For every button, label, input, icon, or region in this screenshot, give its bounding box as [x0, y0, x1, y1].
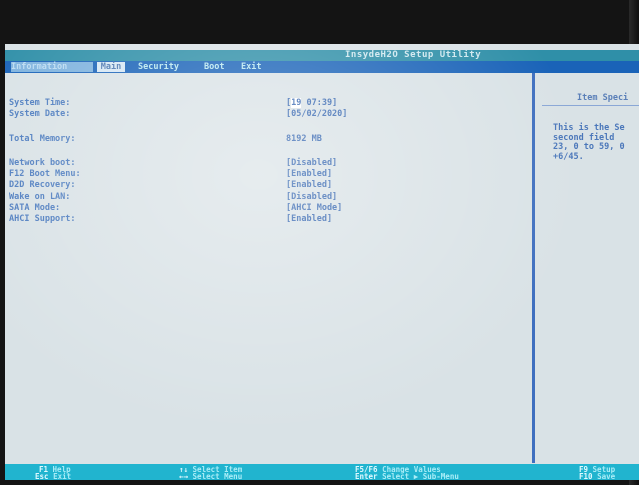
wake-on-lan-value[interactable]: [Disabled]	[286, 192, 337, 202]
system-date-label: System Date:	[9, 109, 71, 119]
ahci-support-label: AHCI Support:	[9, 214, 76, 224]
d2d-recovery-label: D2D Recovery:	[9, 180, 76, 190]
legend-exit: Esc Exit	[35, 472, 72, 481]
legend-save: F10 Save	[579, 472, 616, 481]
system-time-hour-field[interactable]: 19	[291, 98, 302, 108]
system-time-label: System Time:	[9, 98, 71, 108]
legend-sub-menu: Enter Select ▶ Sub-Menu	[355, 472, 459, 481]
f10-key-icon: F10	[579, 472, 593, 481]
esc-key-icon: Esc	[35, 472, 49, 481]
legend-select-menu-label: Select Menu	[192, 472, 243, 481]
sata-mode-label: SATA Mode:	[9, 203, 61, 213]
total-memory-value: 8192 MB	[286, 134, 322, 144]
d2d-recovery-value[interactable]: [Enabled]	[286, 180, 332, 190]
wake-on-lan-label: Wake on LAN:	[9, 192, 71, 202]
network-boot-value[interactable]: [Disabled]	[286, 158, 337, 168]
legend-exit-label: Exit	[53, 472, 72, 481]
tab-bar: Information Main Security Boot Exit	[5, 61, 639, 73]
sata-mode-value[interactable]: [AHCI Mode]	[286, 203, 342, 213]
left-right-arrows-icon: ←→	[179, 472, 189, 481]
panel-divider	[532, 73, 535, 463]
system-date-value[interactable]: [05/02/2020]	[286, 109, 347, 119]
legend-sub-menu-label: Select ▶ Sub-Menu	[382, 472, 459, 481]
legend-select-menu: ←→ Select Menu	[179, 472, 243, 481]
tab-security[interactable]: Security	[138, 62, 179, 72]
main-settings-panel	[5, 73, 639, 464]
help-divider	[542, 105, 639, 106]
tab-boot[interactable]: Boot	[204, 62, 224, 72]
system-time-value[interactable]: [19 07:39]	[286, 98, 337, 108]
tab-exit[interactable]: Exit	[241, 62, 261, 72]
title-bar: InsydeH2O Setup Utility	[5, 50, 639, 61]
item-help-text: This is the Se second field 23, 0 to 59,…	[553, 123, 625, 162]
item-help-title: Item Speci	[577, 93, 629, 103]
bios-screen: InsydeH2O Setup Utility Information Main…	[5, 44, 639, 480]
f12-boot-menu-value[interactable]: [Enabled]	[286, 169, 332, 179]
enter-key-icon: Enter	[355, 472, 378, 481]
utility-title: InsydeH2O Setup Utility	[345, 50, 482, 60]
ahci-support-value[interactable]: [Enabled]	[286, 214, 332, 224]
network-boot-label: Network boot:	[9, 158, 76, 168]
tab-information[interactable]: Information	[11, 62, 93, 72]
system-time-rest: 07:39]	[301, 98, 338, 108]
key-legend-bar: F1 Help Esc Exit ↑↓ Select Item ←→ Selec…	[5, 464, 639, 480]
legend-save-label: Save	[597, 472, 616, 481]
total-memory-label: Total Memory:	[9, 134, 76, 144]
tab-main[interactable]: Main	[97, 62, 125, 72]
f12-boot-menu-label: F12 Boot Menu:	[9, 169, 81, 179]
